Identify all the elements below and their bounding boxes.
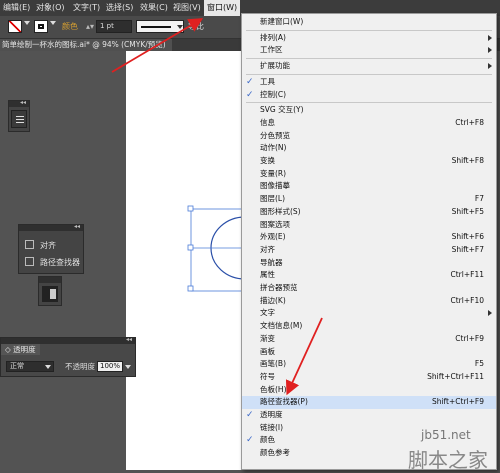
watermark-text: 脚本之家 — [408, 448, 488, 472]
watermark-url: jb51.net — [421, 428, 471, 442]
arrow-to-pathfinder-icon — [285, 317, 323, 396]
arrow-to-window-menu-icon — [111, 18, 204, 73]
annotation-arrows — [111, 18, 323, 396]
